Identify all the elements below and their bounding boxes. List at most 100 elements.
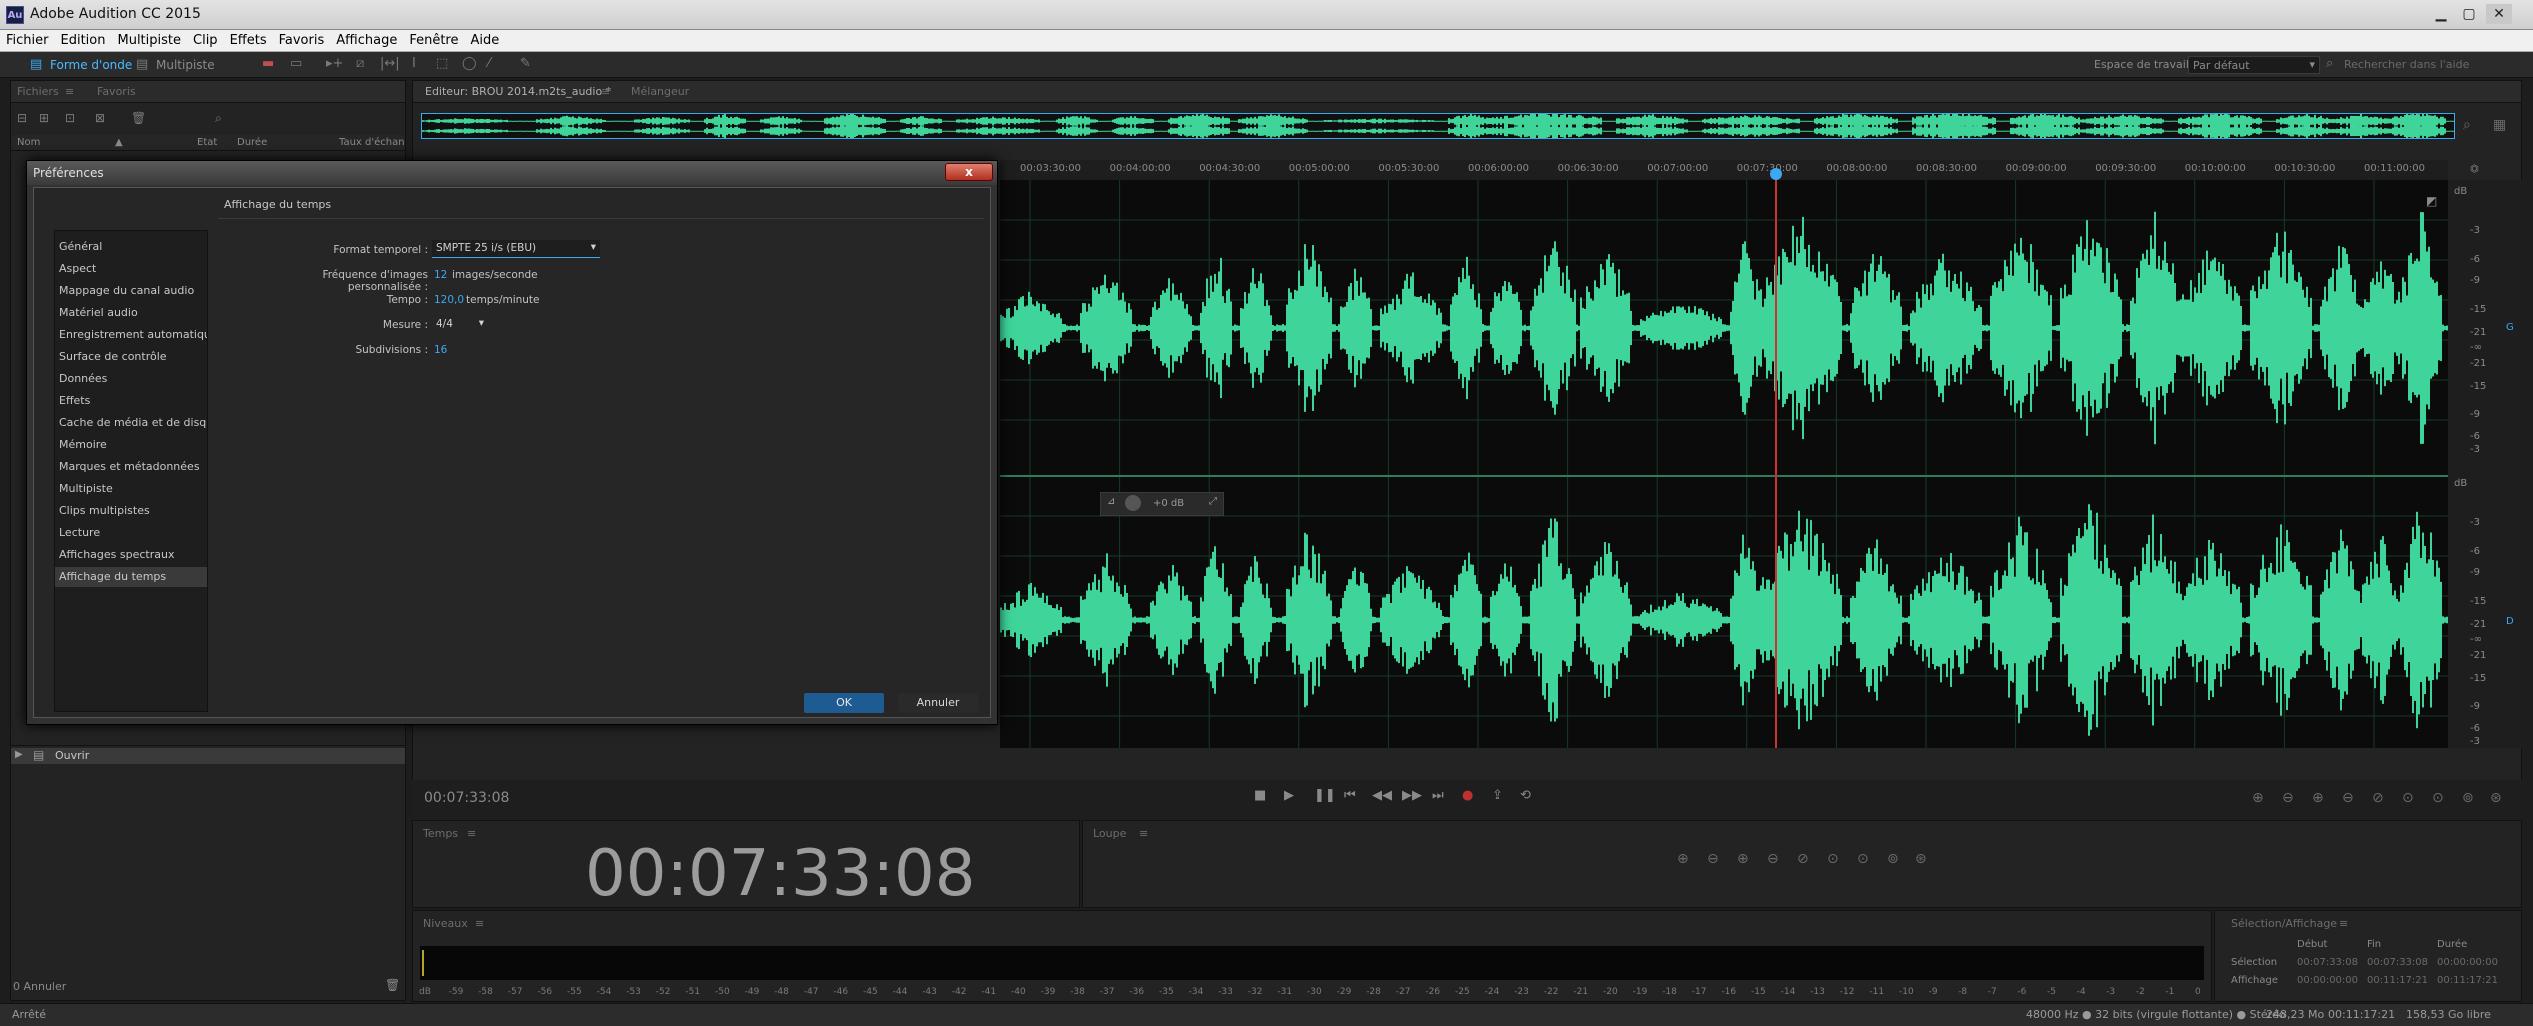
category-item[interactable]: Affichage du temps	[55, 567, 207, 587]
zoom-out-time-icon[interactable]: ⊖	[2342, 790, 2354, 806]
waveform-view-button[interactable]: Forme d'onde	[50, 58, 132, 72]
category-item[interactable]: Cache de média et de disque	[55, 413, 207, 433]
category-item[interactable]: Enregistrement automatique	[55, 325, 207, 345]
rewind-icon[interactable]: ◀◀	[1372, 788, 1392, 803]
pin-icon[interactable]: ⤢	[1209, 496, 1217, 507]
zoom-in-start-icon[interactable]: ⊙	[1827, 851, 1839, 867]
selection-end[interactable]: 00:07:33:08	[2367, 957, 2428, 968]
cancel-button[interactable]: Annuler	[898, 693, 978, 713]
spot-healing-tool-icon[interactable]: ✎	[520, 56, 531, 71]
record-icon[interactable]: ●	[1462, 788, 1473, 803]
marquee-tool-icon[interactable]: ⬚	[436, 56, 448, 71]
view-end[interactable]: 00:11:17:21	[2367, 975, 2428, 986]
volume-knob[interactable]	[1125, 495, 1141, 511]
zoom-selection-icon[interactable]: ⊚	[2462, 790, 2474, 806]
measure-select[interactable]: 4/4 ▾	[432, 316, 488, 334]
zoom-in-end-icon[interactable]: ⊙	[2432, 790, 2444, 806]
zoom-reset-icon[interactable]: ⊛	[1915, 851, 1927, 867]
levels-panel-menu-icon[interactable]: ≡	[475, 917, 484, 930]
delete-history-icon[interactable]: 🗑	[385, 978, 400, 992]
col-sample-rate[interactable]: Taux d'échan	[339, 137, 405, 148]
razor-tool-icon[interactable]: ⧄	[356, 56, 364, 71]
category-item[interactable]: Lecture	[55, 523, 207, 543]
col-name[interactable]: Nom	[17, 137, 40, 148]
files-search-icon[interactable]: ⌕	[215, 111, 222, 126]
help-search-input[interactable]: Rechercher dans l'aide	[2340, 56, 2516, 74]
zoom-in-amplitude-icon[interactable]: ⊕	[1677, 851, 1689, 867]
menu-help[interactable]: Aide	[464, 30, 505, 51]
category-item[interactable]: Affichages spectraux	[55, 545, 207, 565]
view-start[interactable]: 00:00:00:00	[2297, 975, 2358, 986]
skip-selection-icon[interactable]: ⇪	[1492, 788, 1503, 803]
zoom-out-time-icon[interactable]: ⊖	[1767, 851, 1779, 867]
menu-clip[interactable]: Clip	[187, 30, 224, 51]
playhead-handle[interactable]	[1770, 168, 1782, 180]
overview-menu-icon[interactable]: ▦	[2493, 117, 2506, 133]
zoom-full-icon[interactable]: ⌕	[2463, 117, 2471, 133]
selection-panel-menu-icon[interactable]: ≡	[2339, 917, 2348, 930]
menu-edit[interactable]: Edition	[55, 30, 112, 51]
zoom-reset-icon[interactable]: ⊛	[2490, 790, 2502, 806]
time-panel-menu-icon[interactable]: ≡	[467, 827, 476, 840]
time-selection-tool-icon[interactable]: I	[412, 56, 416, 71]
fast-forward-icon[interactable]: ▶▶	[1402, 788, 1422, 803]
category-item[interactable]: Général	[55, 237, 207, 257]
zoom-in-start-icon[interactable]: ⊙	[2402, 790, 2414, 806]
time-format-select[interactable]: SMPTE 25 i/s (EBU) ▾	[432, 240, 600, 258]
zoom-in-end-icon[interactable]: ⊙	[1857, 851, 1869, 867]
waveform-display[interactable]	[1000, 180, 2448, 748]
zoom-in-amplitude-icon[interactable]: ⊕	[2252, 790, 2264, 806]
zoom-out-amplitude-icon[interactable]: ⊖	[1707, 851, 1719, 867]
col-duration[interactable]: Durée	[237, 137, 267, 148]
stop-icon[interactable]: ■	[1254, 788, 1266, 803]
menu-file[interactable]: Fichier	[0, 30, 55, 51]
tab-favorites[interactable]: Favoris	[97, 85, 136, 98]
import-icon[interactable]: ⊞	[39, 111, 49, 125]
zoom-out-full-icon[interactable]: ⊘	[1797, 851, 1809, 867]
go-to-end-icon[interactable]: ⏭	[1432, 788, 1444, 803]
move-tool-icon[interactable]: ▸+	[326, 56, 343, 71]
channel-left-label[interactable]: G	[2506, 322, 2514, 333]
tab-mixer[interactable]: Mélangeur	[631, 85, 689, 98]
ruler-settings-icon[interactable]: ⏣	[2470, 164, 2479, 175]
category-item[interactable]: Mémoire	[55, 435, 207, 455]
loop-icon[interactable]: ⟲	[1520, 788, 1531, 803]
spectral-frequency-icon[interactable]: ▬	[262, 56, 274, 71]
dialog-title-bar[interactable]: Préférences x	[27, 161, 997, 185]
menu-window[interactable]: Fenêtre	[403, 30, 464, 51]
zoom-panel-menu-icon[interactable]: ≡	[1139, 827, 1148, 840]
menu-multitrack[interactable]: Multipiste	[111, 30, 187, 51]
category-item[interactable]: Multipiste	[55, 479, 207, 499]
category-item[interactable]: Effets	[55, 391, 207, 411]
category-item[interactable]: Matériel audio	[55, 303, 207, 323]
category-item[interactable]: Surface de contrôle	[55, 347, 207, 367]
maximize-icon[interactable]: ▢	[2456, 4, 2482, 24]
slip-tool-icon[interactable]: |↔|	[380, 56, 400, 71]
view-duration[interactable]: 00:11:17:21	[2437, 975, 2498, 986]
current-time-readout[interactable]: 00:07:33:08	[424, 790, 509, 806]
category-item[interactable]: Marques et métadonnées	[55, 457, 207, 477]
pause-icon[interactable]: ❚❚	[1314, 788, 1336, 803]
tab-editor[interactable]: Editeur: BROU 2014.m2ts_audio *	[425, 85, 611, 98]
timeline-ruler[interactable]: 00:03:30:00 00:04:00:00 00:04:30:00 00:05:0…	[1000, 160, 2448, 180]
zoom-selection-icon[interactable]: ⊚	[1887, 851, 1899, 867]
selection-start[interactable]: 00:07:33:08	[2297, 957, 2358, 968]
subdivisions-value[interactable]: 16	[434, 344, 447, 356]
workspace-select[interactable]: Par défaut ▾	[2188, 56, 2320, 74]
category-item[interactable]: Mappage du canal audio	[55, 281, 207, 301]
minimize-icon[interactable]: ▁	[2428, 4, 2454, 24]
category-item[interactable]: Clips multipistes	[55, 501, 207, 521]
ok-button[interactable]: OK	[804, 693, 884, 713]
category-item[interactable]: Données	[55, 369, 207, 389]
hud-volume[interactable]: ⊿ +0 dB ⤢	[1100, 492, 1224, 516]
trash-icon[interactable]: 🗑	[131, 111, 146, 125]
new-file-icon[interactable]: ⊡	[65, 111, 75, 125]
editor-menu-icon[interactable]: ≡	[601, 85, 610, 98]
menu-favorites[interactable]: Favoris	[273, 30, 331, 51]
channel-right-label[interactable]: D	[2506, 616, 2514, 627]
col-status[interactable]: Etat	[197, 137, 217, 148]
dialog-close-button[interactable]: x	[945, 163, 993, 181]
multitrack-view-button[interactable]: Multipiste	[156, 58, 215, 72]
menu-effects[interactable]: Effets	[224, 30, 273, 51]
panel-menu-icon[interactable]: ≡	[65, 85, 74, 98]
